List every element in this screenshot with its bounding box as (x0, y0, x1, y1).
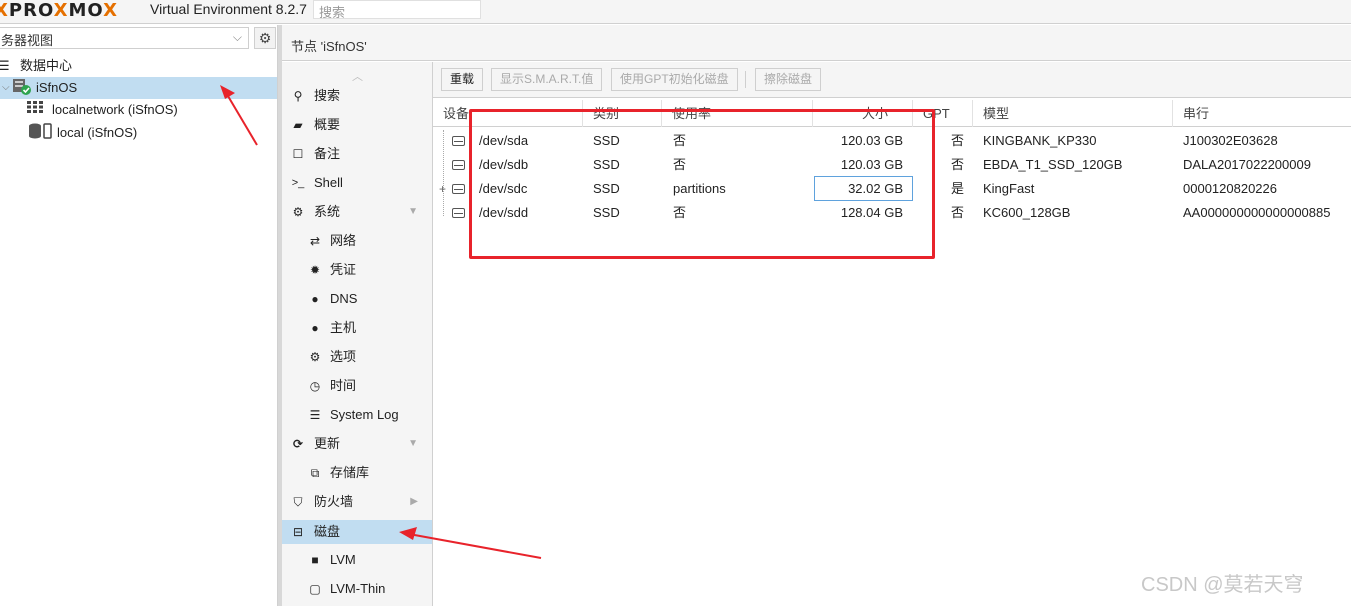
scroll-up-icon[interactable]: ︿ (352, 68, 363, 84)
version-label: Virtual Environment 8.2.7 (150, 1, 307, 17)
column-model[interactable]: 模型 (973, 100, 1173, 127)
nav-item-notes[interactable]: ☐ 备注 (282, 142, 432, 166)
nav-item-search[interactable]: ⚲ 搜索 (282, 84, 432, 108)
proxmox-logo: XPROXMOX (0, 0, 118, 21)
gear-icon: ⚙ (309, 350, 321, 364)
chevron-down-icon: ⌵ (2, 82, 10, 93)
globe-icon: ● (311, 292, 319, 306)
nav-item-shell[interactable]: >_ Shell (282, 171, 432, 195)
summary-icon: ▰ (293, 118, 303, 132)
chevron-right-icon: ▶ (410, 496, 418, 507)
expand-icon[interactable]: + (439, 177, 446, 201)
nav-item-dns[interactable]: ● DNS (282, 287, 432, 311)
nav-item-updates[interactable]: ⟳ 更新 ▼ (282, 432, 432, 456)
exchange-icon: ⇄ (309, 234, 321, 248)
nav-item-syslog[interactable]: ☰ System Log (282, 403, 432, 427)
list-icon: ☰ (309, 408, 321, 422)
cogs-icon: ⚙ (292, 205, 304, 219)
notes-icon: ☐ (292, 147, 304, 161)
clock-icon: ◷ (309, 379, 321, 393)
disk-toolbar: 重载 显示S.M.A.R.T.值 使用GPT初始化磁盘 擦除磁盘 (433, 62, 1351, 98)
refresh-icon: ⟳ (292, 437, 304, 451)
toolbar-separator (745, 71, 746, 88)
hdd-icon (452, 160, 465, 170)
globe-icon: ● (311, 321, 319, 335)
terminal-icon: >_ (291, 177, 305, 189)
nav-item-network[interactable]: ⇄ 网络 (282, 229, 432, 253)
watermark: CSDN @莫若天穹 (1141, 574, 1304, 596)
hdd-icon (452, 184, 465, 194)
column-serial[interactable]: 串行 (1173, 100, 1351, 127)
nav-item-system[interactable]: ⚙ 系统 ▼ (282, 200, 432, 224)
hdd-icon (452, 208, 465, 218)
nav-item-time[interactable]: ◷ 时间 (282, 374, 432, 398)
resource-tree-panel: 务器视图 ⌵ ⚙ ☰ 数据中心 ⌵ iSfnOS localnetwork (i… (0, 25, 278, 606)
nav-item-lvm-thin[interactable]: ▢ LVM-Thin (282, 577, 432, 601)
reload-button[interactable]: 重载 (441, 68, 484, 91)
nav-item-firewall[interactable]: ⛉ 防火墙 ▶ (282, 490, 432, 514)
nav-item-options[interactable]: ⚙ 选项 (282, 345, 432, 369)
nav-item-hosts[interactable]: ● 主机 (282, 316, 432, 340)
show-smart-button[interactable]: 显示S.M.A.R.T.值 (491, 68, 603, 91)
annotation-highlight-box (469, 109, 935, 259)
hdd-icon: ⊟ (292, 525, 304, 539)
nav-item-certificates[interactable]: ✹ 凭证 (282, 258, 432, 282)
page-title: 节点 'iSfnOS' (291, 39, 367, 54)
search-input[interactable]: 搜索 (313, 0, 481, 20)
annotation-arrow-icon (220, 85, 258, 146)
chevron-down-icon: ▼ (408, 206, 418, 217)
network-grid-icon (26, 99, 44, 121)
nav-item-repositories[interactable]: ⧉ 存储库 (282, 461, 432, 485)
tree-item-datacenter[interactable]: ☰ 数据中心 (0, 55, 277, 77)
square-icon: ■ (311, 553, 319, 567)
annotation-arrow-icon (399, 527, 542, 559)
nav-item-summary[interactable]: ▰ 概要 (282, 113, 432, 137)
shield-icon: ⛉ (293, 495, 303, 509)
gear-icon[interactable]: ⚙ (254, 27, 276, 49)
square-outline-icon: ▢ (309, 582, 321, 596)
view-selector[interactable]: 务器视图 ⌵ (0, 27, 249, 49)
content-header: 节点 'iSfnOS' (282, 25, 1351, 61)
chevron-down-icon: ▼ (408, 438, 418, 449)
wipe-disk-button[interactable]: 擦除磁盘 (755, 68, 822, 91)
datacenter-icon: ☰ (0, 58, 10, 73)
hdd-icon (452, 136, 465, 146)
storage-icon (28, 122, 54, 147)
top-bar: XPROXMOX Virtual Environment 8.2.7 搜索 (0, 0, 1351, 24)
init-gpt-button[interactable]: 使用GPT初始化磁盘 (611, 68, 738, 91)
search-icon: ⚲ (293, 89, 303, 103)
chevron-down-icon: ⌵ (232, 30, 242, 44)
files-icon: ⧉ (310, 466, 320, 480)
certificate-icon: ✹ (309, 263, 321, 277)
